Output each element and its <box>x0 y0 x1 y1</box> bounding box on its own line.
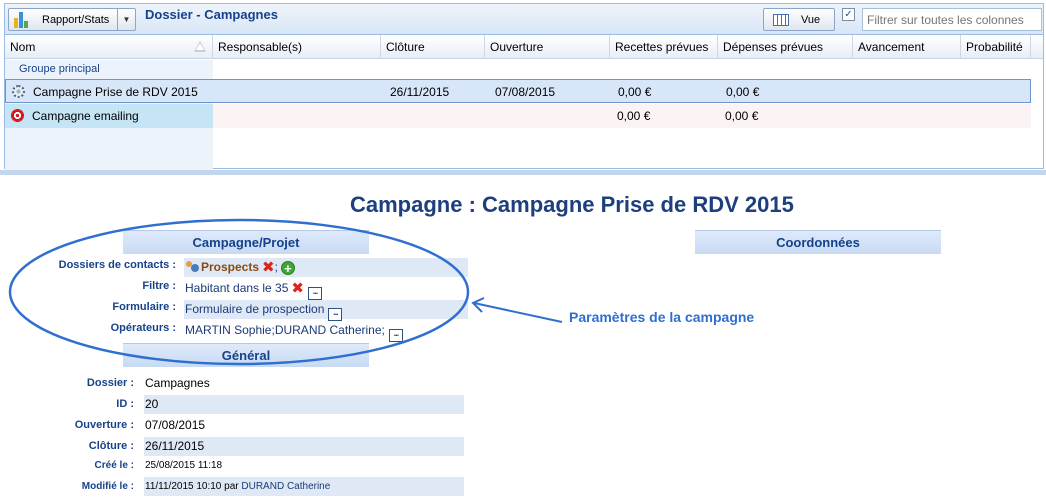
column-header-probabilite[interactable]: Probabilité <box>961 35 1031 59</box>
remove-icon[interactable]: ✖ <box>262 260 275 275</box>
cell-nom: Campagne emailing <box>32 109 139 123</box>
formulaire-text[interactable]: Formulaire de prospection <box>185 302 324 316</box>
annotation-callout: Paramètres de la campagne <box>569 309 755 325</box>
report-stats-label: Rapport/Stats <box>42 13 110 26</box>
column-header-cloture[interactable]: Clôture <box>381 35 485 59</box>
view-button-label: Vue <box>801 13 821 26</box>
table-row[interactable]: Campagne Prise de RDV 2015 26/11/2015 07… <box>5 79 1031 103</box>
remove-icon[interactable]: ✖ <box>291 281 304 296</box>
filtre-text[interactable]: Habitant dans le 35 <box>185 281 288 295</box>
cell-depenses: 0,00 € <box>725 109 759 123</box>
cree-value: 25/08/2015 11:18 <box>145 460 223 471</box>
modifie-label: Modifié le : <box>81 481 134 492</box>
modifie-user-link[interactable]: DURAND Catherine <box>241 481 330 492</box>
id-value: 20 <box>144 395 464 414</box>
filter-input[interactable] <box>862 8 1042 31</box>
id-label: ID : <box>116 398 134 410</box>
add-icon[interactable]: + <box>280 261 295 275</box>
column-header-ouverture[interactable]: Ouverture <box>485 35 610 59</box>
page-title: Campagne : Campagne Prise de RDV 2015 <box>350 192 794 217</box>
formulaire-value: Formulaire de prospection... <box>184 300 468 321</box>
group-row: Groupe principal <box>5 60 1043 170</box>
view-button[interactable]: Vue <box>763 8 835 31</box>
dossiers-value: Prospects ✖; + <box>184 258 468 277</box>
cell-cloture: 26/11/2015 <box>390 85 450 99</box>
report-stats-button[interactable]: Rapport/Stats ▼ <box>8 8 136 31</box>
formulaire-label: Formulaire : <box>112 301 176 313</box>
column-header-nom[interactable]: Nom <box>5 35 213 59</box>
more-icon[interactable]: ... <box>307 287 322 300</box>
dossier-link[interactable]: Prospects <box>201 260 259 274</box>
splitter[interactable] <box>0 170 1046 175</box>
gear-icon <box>12 85 25 98</box>
column-header-responsables[interactable]: Responsable(s) <box>213 35 381 59</box>
toolbar: Rapport/Stats ▼ Dossier - Campagnes Vue … <box>5 4 1043 35</box>
ouverture-value: 07/08/2015 <box>145 418 206 432</box>
target-icon <box>11 109 24 122</box>
cree-label: Créé le : <box>94 460 134 471</box>
cell-recettes: 0,00 € <box>617 109 651 123</box>
annotation-arrow-line <box>473 302 563 323</box>
modifie-date: 11/11/2015 10:10 par <box>145 481 239 492</box>
dossiers-label: Dossiers de contacts : <box>58 259 176 271</box>
more-icon[interactable]: ... <box>388 329 403 342</box>
bar-chart-icon <box>14 11 34 28</box>
more-icon[interactable]: ... <box>328 308 343 321</box>
contacts-icon <box>185 261 200 273</box>
campaign-grid-panel: Rapport/Stats ▼ Dossier - Campagnes Vue … <box>4 3 1044 170</box>
table-row[interactable]: Campagne emailing 0,00 € 0,00 € <box>5 104 1031 128</box>
filtre-value: Habitant dans le 35 ✖... <box>184 279 468 300</box>
cell-ouverture: 07/08/2015 <box>495 85 556 99</box>
cell-depenses: 0,00 € <box>726 85 760 99</box>
sort-icon <box>194 41 206 52</box>
cell-recettes: 0,00 € <box>618 85 652 99</box>
chevron-down-icon[interactable]: ▼ <box>117 9 135 30</box>
column-header-avancement[interactable]: Avancement <box>853 35 961 59</box>
column-header-label: Nom <box>10 40 36 54</box>
panel-title: Dossier - Campagnes <box>145 7 278 22</box>
dossier-separator: ; <box>274 260 278 274</box>
dossier-value: Campagnes <box>145 376 210 390</box>
columns-icon <box>773 13 789 26</box>
operateurs-text[interactable]: MARTIN Sophie;DURAND Catherine; <box>185 323 385 337</box>
ouverture-label: Ouverture : <box>74 419 134 431</box>
operateurs-value: MARTIN Sophie;DURAND Catherine;... <box>184 321 468 342</box>
modifie-value: 11/11/2015 10:10 par DURAND Catherine <box>144 477 464 496</box>
column-header-recettes[interactable]: Recettes prévues <box>610 35 718 59</box>
cell-nom: Campagne Prise de RDV 2015 <box>33 85 198 99</box>
app-window: Rapport/Stats ▼ Dossier - Campagnes Vue … <box>0 0 1046 497</box>
cloture-value: 26/11/2015 <box>144 437 464 456</box>
section-general: Général <box>123 343 369 367</box>
section-campagne-projet: Campagne/Projet <box>123 230 369 254</box>
dossier-label: Dossier : <box>86 377 134 389</box>
filter-checkbox[interactable]: ✓ <box>842 8 855 21</box>
annotation-arrow-head <box>471 297 485 313</box>
cloture-label: Clôture : <box>88 440 134 452</box>
column-header-depenses[interactable]: Dépenses prévues <box>718 35 853 59</box>
operateurs-label: Opérateurs : <box>110 322 176 334</box>
group-label[interactable]: Groupe principal <box>19 63 100 75</box>
section-coordonnees: Coordonnées <box>695 230 941 254</box>
grid-header: Nom Responsable(s) Clôture Ouverture Rec… <box>5 35 1043 59</box>
filtre-label: Filtre : <box>142 280 176 292</box>
